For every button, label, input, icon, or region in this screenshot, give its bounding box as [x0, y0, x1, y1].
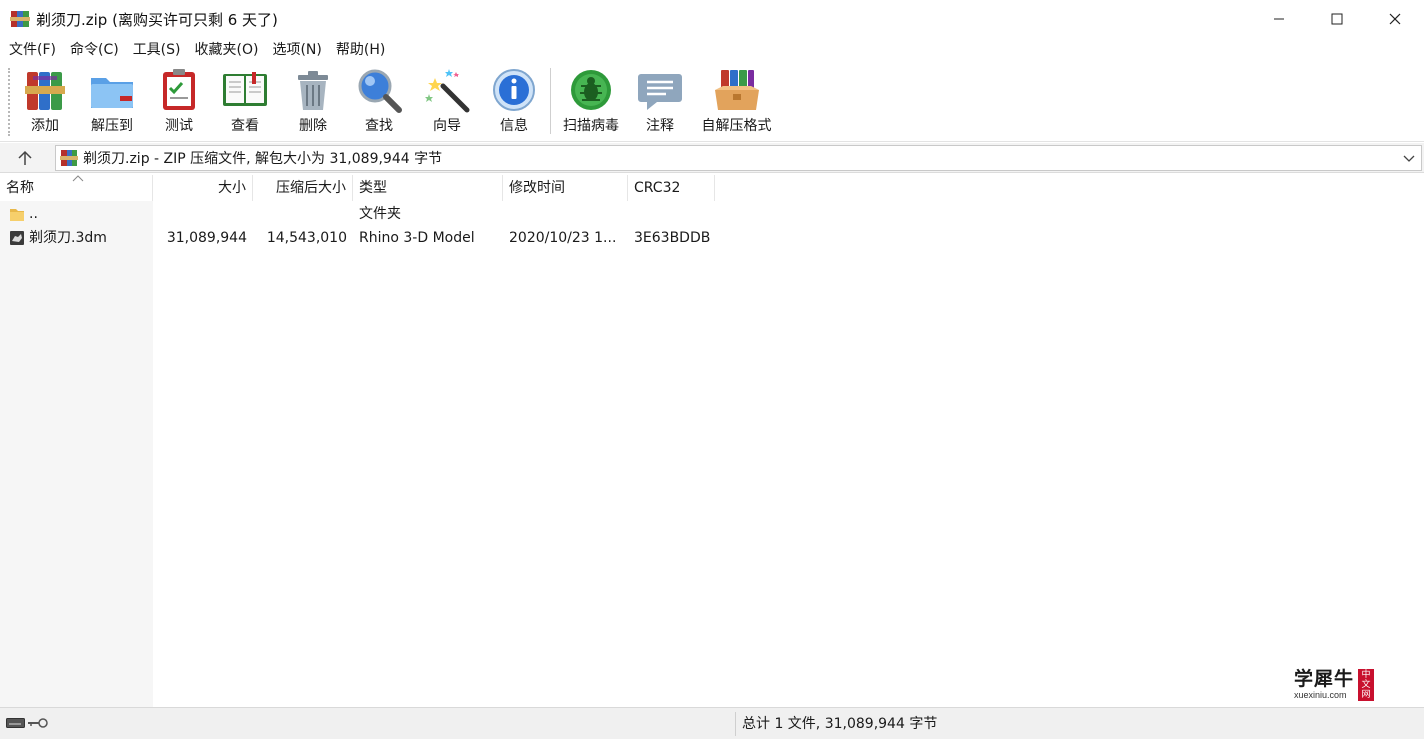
watermark-en: xuexiniu.com	[1294, 690, 1347, 700]
table-row[interactable]: 剃须刀.3dm 31,089,944 14,543,010 Rhino 3-D …	[0, 226, 1424, 250]
virus-scan-button[interactable]: 扫描病毒	[561, 66, 621, 138]
keyboard-icon[interactable]	[6, 717, 26, 729]
window-controls	[1250, 0, 1424, 38]
add-button[interactable]: 添加	[21, 66, 69, 138]
sfx-box-icon	[713, 66, 761, 114]
row-size: 31,089,944	[166, 230, 247, 246]
status-bar: 总计 1 文件, 31,089,944 字节	[0, 707, 1424, 739]
window-title: 剃须刀.zip (离购买许可只剩 6 天了)	[36, 10, 278, 29]
menu-file[interactable]: 文件(F)	[2, 38, 63, 62]
view-button[interactable]: 查看	[221, 66, 269, 138]
title-bar: 剃须刀.zip (离购买许可只剩 6 天了)	[0, 0, 1424, 38]
winrar-app-icon	[10, 9, 30, 29]
column-header-type[interactable]: 类型	[353, 175, 503, 201]
key-icon[interactable]	[26, 717, 48, 729]
table-row[interactable]: .. 文件夹	[0, 202, 1424, 226]
row-crc: 3E63BDDB	[634, 230, 711, 246]
row-name: 剃须刀.3dm	[29, 230, 107, 246]
path-dropdown[interactable]: 剃须刀.zip - ZIP 压缩文件, 解包大小为 31,089,944 字节	[55, 145, 1422, 171]
column-header-modified[interactable]: 修改时间	[503, 175, 628, 201]
address-bar: 剃须刀.zip - ZIP 压缩文件, 解包大小为 31,089,944 字节	[0, 143, 1424, 173]
wizard-wand-icon	[423, 66, 471, 114]
find-button[interactable]: 查找	[355, 66, 403, 138]
minimize-icon	[1274, 18, 1284, 20]
row-type: 文件夹	[359, 206, 401, 222]
row-modified	[509, 202, 624, 226]
extract-folder-icon	[88, 66, 136, 114]
wizard-button[interactable]: 向导	[423, 66, 471, 138]
row-packed	[253, 202, 347, 226]
trash-icon	[289, 66, 337, 114]
rhino-file-icon	[10, 231, 24, 245]
watermark-tag: 中 文 网	[1358, 669, 1375, 701]
menu-favorites[interactable]: 收藏夹(O)	[188, 38, 266, 62]
column-header-crc[interactable]: CRC32	[628, 175, 715, 201]
delete-button[interactable]: 删除	[289, 66, 337, 138]
test-clipboard-icon	[155, 66, 203, 114]
maximize-button[interactable]	[1308, 0, 1366, 38]
sfx-button[interactable]: 自解压格式	[699, 66, 774, 138]
row-packed: 14,543,010	[266, 230, 347, 246]
test-button[interactable]: 测试	[155, 66, 203, 138]
extract-to-button[interactable]: 解压到	[86, 66, 138, 138]
sort-ascending-icon	[72, 175, 84, 182]
status-summary: 总计 1 文件, 31,089,944 字节	[742, 716, 938, 732]
toolbar-separator	[550, 68, 551, 134]
menu-commands[interactable]: 命令(C)	[63, 38, 126, 62]
zip-archive-icon	[60, 149, 78, 167]
column-header-name[interactable]: 名称	[0, 175, 153, 201]
row-type: Rhino 3-D Model	[359, 230, 475, 246]
menu-tools[interactable]: 工具(S)	[126, 38, 188, 62]
row-name: ..	[29, 206, 38, 222]
name-column-background	[0, 201, 153, 707]
row-size	[153, 202, 247, 226]
toolbar: 添加 解压到 测试 查看 删除 查找 向导 信息 扫描病毒 注释 自解压格式	[0, 62, 1424, 142]
chevron-down-icon	[1403, 155, 1415, 162]
close-button[interactable]	[1366, 0, 1424, 38]
add-archive-icon	[21, 66, 69, 114]
maximize-icon	[1331, 13, 1343, 25]
virus-scan-icon	[567, 66, 615, 114]
row-modified: 2020/10/23 1...	[509, 230, 617, 246]
menu-options[interactable]: 选项(N)	[265, 38, 328, 62]
file-list: 名称 大小 压缩后大小 类型 修改时间 CRC32 .. 文件夹 剃须刀.3dm…	[0, 175, 1424, 707]
comment-icon	[636, 66, 684, 114]
minimize-button[interactable]	[1250, 0, 1308, 38]
menu-bar: 文件(F) 命令(C) 工具(S) 收藏夹(O) 选项(N) 帮助(H)	[0, 38, 1424, 62]
watermark-cn: 学犀牛	[1294, 668, 1355, 690]
info-icon	[490, 66, 538, 114]
view-book-icon	[221, 66, 269, 114]
arrow-up-icon	[18, 150, 32, 165]
watermark-logo: 学犀牛 xuexiniu.com 中 文 网	[1294, 666, 1390, 704]
up-folder-button[interactable]	[10, 147, 40, 169]
comment-button[interactable]: 注释	[636, 66, 684, 138]
menu-help[interactable]: 帮助(H)	[329, 38, 392, 62]
status-divider	[735, 712, 736, 736]
row-crc	[634, 202, 714, 226]
folder-icon	[10, 209, 24, 221]
info-button[interactable]: 信息	[490, 66, 538, 138]
archive-path: 剃须刀.zip - ZIP 压缩文件, 解包大小为 31,089,944 字节	[83, 151, 443, 167]
column-header-packed[interactable]: 压缩后大小	[253, 175, 353, 201]
magnifier-icon	[355, 66, 403, 114]
toolbar-grip[interactable]	[8, 68, 11, 136]
close-icon	[1389, 13, 1401, 25]
column-header-size[interactable]: 大小	[153, 175, 253, 201]
status-icons	[6, 717, 48, 729]
